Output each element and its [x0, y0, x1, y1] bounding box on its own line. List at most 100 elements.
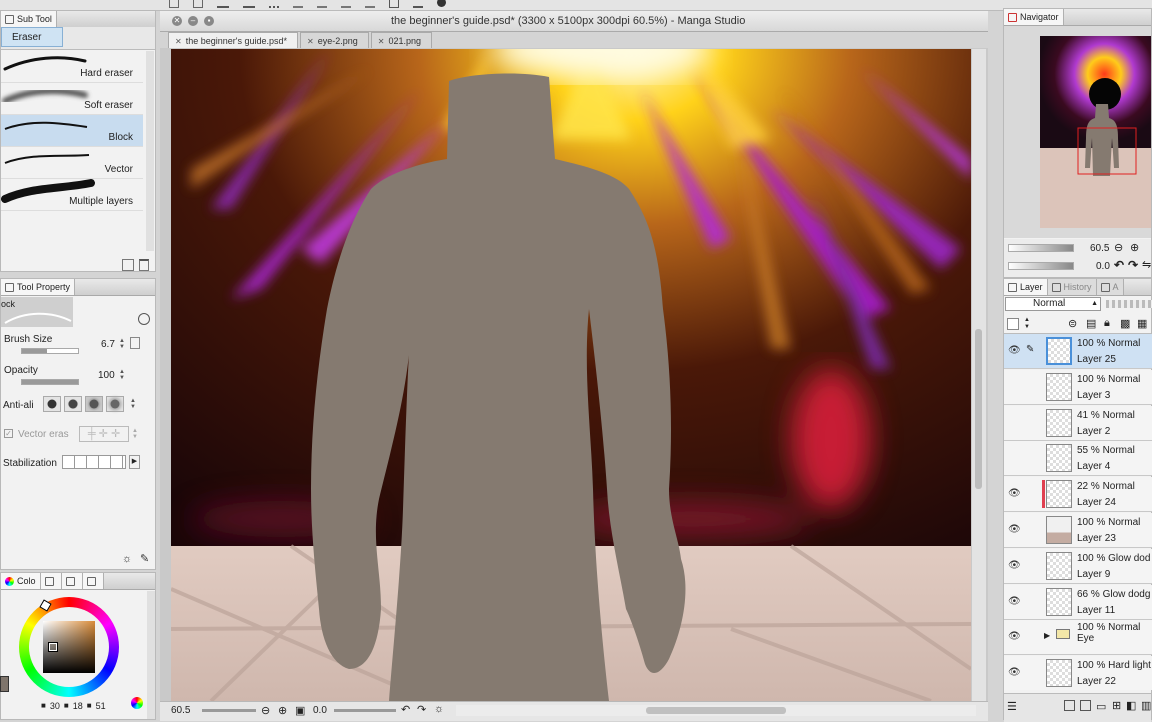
reset-rotation-icon[interactable]: ☼ [434, 703, 444, 715]
close-tab-icon[interactable]: ✕ [175, 37, 182, 46]
lasso-icon[interactable] [317, 0, 327, 8]
layer-row[interactable]: 👁︎ ▶ 100 % Normal Eye [1004, 620, 1152, 656]
canvas-vertical-scroll-thumb[interactable] [975, 329, 982, 489]
val-mode-icon[interactable]: ■ [87, 701, 92, 711]
zoom-slider-icon[interactable] [202, 709, 256, 712]
brush-size-value[interactable]: 6.7 [101, 339, 115, 350]
navigator-rotate-right-icon[interactable]: ↷ [1128, 258, 1138, 272]
close-tab-icon[interactable]: ✕ [378, 37, 385, 46]
trash-icon[interactable] [139, 259, 149, 271]
hue-mode-icon[interactable]: ■ [41, 701, 46, 711]
layer-row[interactable]: 👁︎ 22 % Normal Layer 24 [1004, 477, 1152, 513]
tool-property-settings-icon[interactable] [138, 313, 150, 325]
layer-row[interactable]: 👁︎ 66 % Glow dodg Layer 11 [1004, 584, 1152, 620]
layer-mask-icon[interactable]: ⊜ [1068, 317, 1077, 330]
ruler-icon[interactable] [341, 0, 351, 8]
opacity-value[interactable]: 100 [98, 370, 115, 381]
anti-alias-none-button[interactable] [43, 396, 61, 412]
layer-order-stepper-icon[interactable]: ▲ ▼ [1024, 317, 1030, 331]
layer-visibility-eye-icon[interactable] [1008, 452, 1020, 464]
sub-tool-item-vector[interactable]: Vector [1, 147, 143, 179]
save-icon[interactable] [193, 0, 203, 8]
canvas-zoom-value[interactable]: 60.5 [171, 705, 190, 716]
zoom-in-icon[interactable]: ⊕ [278, 704, 287, 717]
layer-visibility-eye-icon[interactable]: 👁︎ [1008, 596, 1021, 608]
stabilization-slider[interactable] [62, 455, 126, 469]
rotate-right-icon[interactable]: ↷ [417, 703, 426, 716]
tab-color-set[interactable] [40, 573, 62, 589]
navigator-angle-value[interactable]: 0.0 [1096, 261, 1110, 272]
tab-color-wheel[interactable]: Colo [1, 573, 41, 589]
brush-size-slider[interactable] [21, 348, 79, 354]
tab-document-beginners-guide[interactable]: ✕ the beginner's guide.psd* [168, 32, 298, 49]
select-icon[interactable] [293, 0, 303, 8]
vector-erase-mode-icon[interactable]: ╪ ✛ ✛ [79, 426, 129, 442]
navigator-zoom-slider[interactable] [1008, 244, 1074, 252]
canvas-vertical-scrollbar[interactable] [972, 49, 986, 701]
tab-color-slider[interactable] [61, 573, 83, 589]
vector-erase-stepper-icon[interactable]: ▲ ▼ [132, 428, 138, 440]
layer-row[interactable]: 👁︎ 100 % Hard light Layer 22 [1004, 656, 1152, 690]
navigator-preview[interactable] [1004, 26, 1151, 238]
sv-cursor-icon[interactable] [48, 642, 58, 652]
layer-row[interactable]: 👁︎ ✎ 100 % Normal Layer 25 [1004, 334, 1152, 369]
tab-document-eye-2[interactable]: ✕ eye-2.png [300, 32, 369, 49]
drawing-canvas[interactable] [171, 49, 971, 701]
sat-mode-icon[interactable]: ■ [64, 701, 69, 711]
layer-visibility-eye-icon[interactable] [1008, 417, 1020, 429]
canvas-horizontal-scrollbar[interactable] [456, 705, 976, 716]
new-raster-layer-icon[interactable] [1064, 700, 1075, 711]
anti-alias-stepper-icon[interactable]: ▲ ▼ [130, 398, 136, 410]
layer-row[interactable]: 👁︎ 100 % Glow dod Layer 9 [1004, 548, 1152, 584]
sub-tool-item-soft-eraser[interactable]: Soft eraser [1, 83, 143, 115]
tab-sub-tool[interactable]: Sub Tool [1, 11, 57, 27]
close-window-icon[interactable]: ✕ [172, 16, 182, 26]
layer-lock-transparent-icon[interactable]: ▩ [1120, 317, 1130, 330]
merge-layer-icon[interactable]: ⊞ [1112, 699, 1121, 712]
tab-tool-property[interactable]: Tool Property [1, 279, 76, 295]
layer-row[interactable]: 41 % Normal Layer 2 [1004, 405, 1152, 441]
transform-icon[interactable] [269, 0, 279, 8]
folder-expand-chevron-icon[interactable]: ▶ [1044, 631, 1050, 640]
navigator-rotate-left-icon[interactable]: ↶ [1114, 258, 1124, 272]
anti-alias-medium-button[interactable] [85, 396, 103, 412]
layer-visibility-eye-icon[interactable]: 👁︎ [1008, 524, 1021, 536]
zoom-out-icon[interactable]: ⊖ [261, 704, 270, 717]
tab-navigator[interactable]: Navigator [1004, 9, 1064, 25]
color-panel-scrollbar[interactable] [147, 591, 155, 719]
layer-menu-icon[interactable]: ☰ [1007, 700, 1017, 713]
redo-icon[interactable] [243, 0, 255, 8]
layer-reference-icon[interactable]: ▦ [1137, 317, 1147, 330]
canvas-horizontal-scroll-thumb[interactable] [646, 707, 786, 714]
navigator-rotation-slider[interactable] [1008, 262, 1074, 270]
new-file-icon[interactable] [169, 0, 179, 8]
anti-alias-weak-button[interactable] [64, 396, 82, 412]
layer-lock-icon[interactable]: 🔒︎ [1104, 317, 1110, 330]
layer-visibility-eye-icon[interactable]: 👁︎ [1008, 667, 1021, 679]
blend-mode-select[interactable]: Normal ▲ [1005, 297, 1101, 311]
tool-property-reset-icon[interactable]: ☼ [122, 553, 132, 565]
layer-clip-icon[interactable]: ▤ [1086, 317, 1096, 330]
layer-visibility-eye-icon[interactable]: 👁︎ [1008, 560, 1021, 572]
tab-document-021[interactable]: ✕ 021.png [370, 32, 432, 49]
navigator-flip-icon[interactable]: ⇋ [1142, 258, 1151, 271]
color-settings-icon[interactable] [131, 697, 143, 709]
layer-visibility-eye-icon[interactable] [1008, 381, 1020, 393]
tab-color-history[interactable] [82, 573, 104, 589]
rotation-slider-icon[interactable] [334, 709, 396, 712]
sub-tool-item-hard-eraser[interactable]: Hard eraser [1, 51, 143, 83]
layer-visibility-eye-icon[interactable]: 👁︎ [1008, 345, 1021, 357]
layer-color-swatch-icon[interactable] [1007, 318, 1019, 330]
tool-property-wrench-icon[interactable]: ✎ [140, 553, 149, 565]
image-icon[interactable] [389, 0, 399, 8]
vector-erase-checkbox[interactable]: ✓ [4, 429, 13, 438]
navigator-zoom-value[interactable]: 60.5 [1090, 243, 1109, 254]
anti-alias-strong-button[interactable] [106, 396, 124, 412]
layer-row[interactable]: 100 % Normal Layer 3 [1004, 369, 1152, 405]
stabilization-arrow-icon[interactable]: ▶ [129, 455, 140, 469]
new-vector-layer-icon[interactable] [1080, 700, 1091, 711]
rotate-left-icon[interactable]: ↶ [401, 703, 410, 716]
sub-tool-item-block[interactable]: Block [1, 115, 143, 147]
close-tab-icon[interactable]: ✕ [307, 37, 314, 46]
opacity-slider[interactable] [21, 379, 79, 385]
